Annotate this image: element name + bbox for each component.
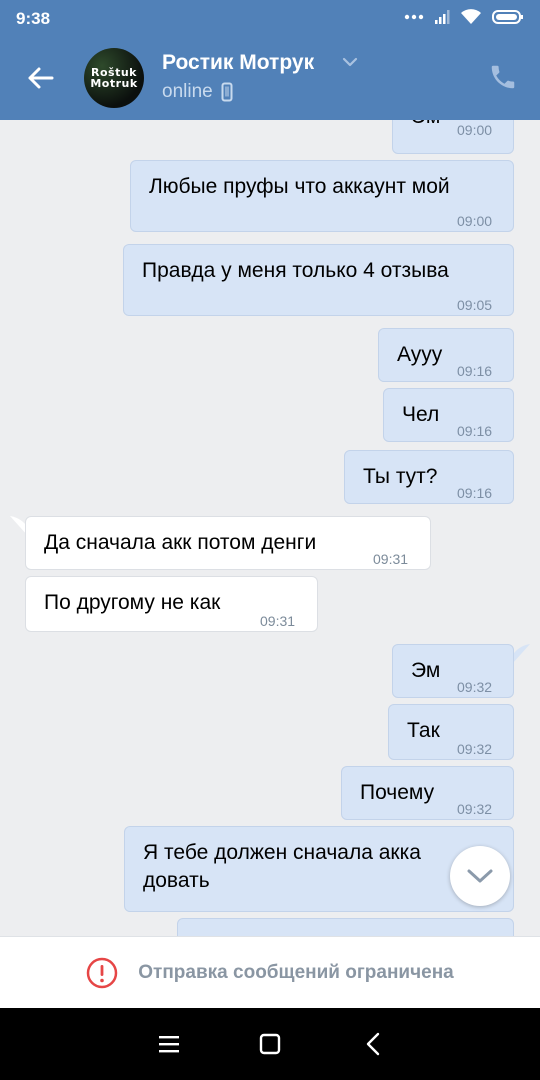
scroll-to-bottom-button[interactable]: [450, 846, 510, 906]
message-bubble[interactable]: Так 09:32: [388, 704, 514, 760]
battery-icon: [492, 10, 523, 24]
phone-icon: [491, 65, 515, 89]
call-button[interactable]: [488, 62, 520, 94]
message-text: Любые пруфы что аккаунт мой: [149, 175, 450, 198]
mobile-phone-icon: [221, 82, 233, 102]
chevron-down-icon[interactable]: [342, 57, 358, 67]
message-time: 09:31: [373, 551, 409, 567]
restricted-text: Отправка сообщений ограничена: [138, 961, 454, 983]
online-status: online: [162, 81, 213, 102]
message-text-continued: довать: [143, 869, 210, 892]
message-bubble[interactable]: Почему 09:32: [341, 766, 514, 820]
message-bubble[interactable]: Ты тут? 09:16: [344, 450, 514, 504]
message-bubble[interactable]: Правда у меня только 4 отзыва 09:05: [123, 244, 514, 316]
back-nav-icon[interactable]: [365, 1032, 381, 1056]
message-bubble[interactable]: Любые пруфы что аккаунт мой 09:00: [130, 160, 514, 232]
message-bubble[interactable]: Да сначала акк потом денги 09:31: [25, 516, 431, 570]
message-text: Ты тут?: [363, 465, 438, 488]
status-icons: [404, 9, 524, 25]
wifi-icon: [461, 9, 481, 24]
arrow-left-icon: [28, 67, 54, 89]
message-list[interactable]: Эм 09:00 Любые пруфы что аккаунт мой 09:…: [0, 120, 540, 936]
message-time: 09:32: [457, 679, 493, 695]
menu-icon[interactable]: [158, 1034, 180, 1054]
message-text: Чел: [402, 403, 440, 426]
message-text: Эм: [411, 659, 441, 682]
message-bubble[interactable]: По другому не как 09:31: [25, 576, 318, 632]
message-time: 09:00: [457, 213, 493, 229]
message-time: 09:32: [457, 741, 493, 757]
system-navigation-bar: [0, 1008, 540, 1080]
message-time: 09:16: [457, 423, 493, 439]
bubble-tail: [512, 644, 530, 664]
exclamation-circle-icon: [87, 957, 118, 988]
message-text: Аууу: [397, 343, 443, 366]
message-text: Я тебе должен сначала акка: [143, 841, 421, 864]
message-time: 09:32: [457, 801, 493, 817]
chevron-down-icon: [467, 869, 493, 883]
message-text: Правда у меня только 4 отзыва: [142, 259, 449, 282]
message-bubble[interactable]: Чел 09:16: [383, 388, 514, 442]
message-text: По другому не как: [44, 591, 221, 614]
chat-subtitle: online: [162, 81, 233, 103]
message-time: 09:05: [457, 297, 493, 313]
messaging-restricted-banner: Отправка сообщений ограничена: [0, 936, 540, 1008]
message-bubble[interactable]: Эм 09:00: [392, 120, 514, 154]
back-button[interactable]: [26, 58, 60, 98]
status-bar: 9:38: [0, 0, 540, 38]
avatar-text-line-2: Motruk: [90, 77, 138, 90]
message-text: Почему: [360, 781, 435, 804]
message-time: 09:31: [260, 613, 296, 629]
chat-title[interactable]: Ростик Мотрук: [162, 51, 314, 75]
message-time: 09:16: [457, 485, 493, 501]
status-time: 9:38: [16, 9, 51, 28]
message-time: 09:00: [457, 122, 493, 138]
message-text: Да сначала акк потом денги: [44, 531, 317, 554]
avatar[interactable]: Roštuk Motruk: [84, 48, 144, 108]
message-bubble[interactable]: [177, 918, 514, 936]
message-bubble[interactable]: Эм 09:32: [392, 644, 514, 698]
home-icon[interactable]: [259, 1033, 281, 1055]
message-text: Эм: [411, 120, 440, 131]
message-bubble[interactable]: Аууу 09:16: [378, 328, 514, 382]
message-time: 09:16: [457, 363, 493, 379]
chat-header: Roštuk Motruk Ростик Мотрук online: [0, 38, 540, 120]
signal-icon: [435, 10, 450, 24]
more-dots-icon: [404, 14, 424, 20]
message-text: Так: [407, 719, 440, 742]
